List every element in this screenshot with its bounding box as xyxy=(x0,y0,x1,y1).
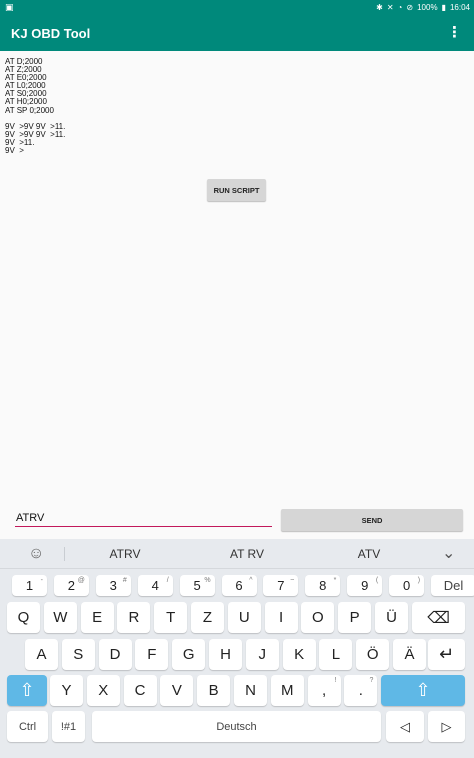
delete-key[interactable]: Del xyxy=(431,575,474,596)
suggestion-bar: ☺ ATRV AT RV ATV ⌄ xyxy=(0,539,474,569)
key-p[interactable]: P xyxy=(338,602,372,633)
wifi-icon: ◔ xyxy=(397,3,403,12)
blocked-icon: ⊘ xyxy=(406,3,414,12)
soft-keyboard: ☺ ATRV AT RV ATV ⌄ 1-2 @3 #4/5% 6 ^ 7 ~8 * 9(0) D… xyxy=(0,539,474,758)
log-line: 9V >11. xyxy=(5,137,35,147)
key-period[interactable]: .? xyxy=(344,675,378,706)
shift-icon: ⇧ xyxy=(19,680,35,700)
log-line: AT E0;2000 xyxy=(5,73,47,83)
cursor-right-key[interactable]: ▷ xyxy=(428,711,465,742)
shift-right-key[interactable]: ⇧ xyxy=(381,675,465,706)
key-ä[interactable]: Ä xyxy=(393,639,426,670)
divider xyxy=(64,547,65,561)
key-9[interactable]: 9( xyxy=(347,575,383,596)
emoji-icon[interactable]: ☺ xyxy=(28,545,44,563)
chevron-down-icon[interactable]: ⌄ xyxy=(442,543,455,563)
enter-icon: ↵ xyxy=(438,644,455,664)
backspace-key[interactable]: ⌫ xyxy=(412,602,465,633)
space-key[interactable]: Deutsch xyxy=(92,711,381,742)
ctrl-key[interactable]: Ctrl xyxy=(7,711,48,742)
key-g[interactable]: G xyxy=(172,639,206,670)
log-line: AT S0;2000 xyxy=(5,89,47,99)
key-t[interactable]: T xyxy=(154,602,188,633)
bluetooth-icon: ✱ xyxy=(376,3,383,12)
key-8[interactable]: 8 * xyxy=(305,575,341,596)
log-line: 9V > xyxy=(5,146,24,156)
backspace-icon: ⌫ xyxy=(427,609,450,627)
log-line: AT L0;2000 xyxy=(5,81,46,91)
key-4[interactable]: 4/ xyxy=(137,575,173,596)
send-button[interactable]: SEND xyxy=(281,509,463,531)
image-icon: ▣ xyxy=(5,2,14,12)
key-f[interactable]: F xyxy=(135,639,169,670)
key-m[interactable]: M xyxy=(270,675,304,706)
shift-left-key[interactable]: ⇧ xyxy=(7,675,47,706)
key-ü[interactable]: Ü xyxy=(375,602,408,633)
clock: 16:04 xyxy=(449,3,470,12)
key-comma[interactable]: ,! xyxy=(307,675,341,706)
enter-key[interactable]: ↵ xyxy=(428,639,465,670)
key-o[interactable]: O xyxy=(301,602,335,633)
cursor-left-key[interactable]: ◁ xyxy=(386,711,424,742)
key-a[interactable]: A xyxy=(25,639,58,670)
key-2[interactable]: 2 @ xyxy=(53,575,89,596)
key-i[interactable]: I xyxy=(264,602,298,633)
log-line: AT D;2000 xyxy=(5,57,43,66)
status-bar: ▣ ✱ ✕ ◔ ⊘ 100% ▮ 16:04 xyxy=(0,0,474,15)
battery-percent: 100% xyxy=(417,3,438,12)
log-line: AT Z;2000 xyxy=(5,65,42,75)
app-bar: KJ OBD Tool ⋮ xyxy=(0,15,474,51)
log-line: AT H0;2000 xyxy=(5,97,47,107)
arrow-left-icon: ◁ xyxy=(400,718,410,734)
more-vert-icon[interactable]: ⋮ xyxy=(447,24,462,42)
key-h[interactable]: H xyxy=(209,639,242,670)
arrow-right-icon: ▷ xyxy=(441,718,452,734)
key-k[interactable]: K xyxy=(282,639,316,670)
key-1[interactable]: 1- xyxy=(12,575,47,596)
key-j[interactable]: J xyxy=(245,639,279,670)
key-u[interactable]: U xyxy=(227,602,261,633)
suggestion-2[interactable]: AT RV xyxy=(222,547,272,561)
key-5[interactable]: 5% xyxy=(179,575,215,596)
key-d[interactable]: D xyxy=(98,639,132,670)
key-s[interactable]: S xyxy=(61,639,95,670)
key-b[interactable]: B xyxy=(197,675,231,706)
key-w[interactable]: W xyxy=(43,602,77,633)
key-n[interactable]: N xyxy=(234,675,267,706)
key-6[interactable]: 6 ^ xyxy=(221,575,257,596)
key-ö[interactable]: Ö xyxy=(356,639,390,670)
shift-icon: ⇧ xyxy=(415,680,431,700)
key-e[interactable]: E xyxy=(80,602,114,633)
suggestion-1[interactable]: ATRV xyxy=(100,547,150,561)
key-x[interactable]: X xyxy=(86,675,120,706)
key-0[interactable]: 0) xyxy=(389,575,425,596)
suggestion-3[interactable]: ATV xyxy=(344,547,394,561)
key-3[interactable]: 3 # xyxy=(95,575,131,596)
app-title: KJ OBD Tool xyxy=(11,26,91,41)
key-c[interactable]: C xyxy=(123,675,157,706)
log-line: 9V >9V 9V >11. xyxy=(5,121,66,131)
symbols-key[interactable]: !#1 xyxy=(52,711,85,742)
log-line: 9V >9V 9V >11. xyxy=(5,129,66,139)
command-input-wrapper xyxy=(15,509,272,527)
battery-icon: ▮ xyxy=(441,3,446,12)
key-y[interactable]: Y xyxy=(50,675,83,706)
run-script-button[interactable]: RUN SCRIPT xyxy=(207,179,266,201)
key-r[interactable]: R xyxy=(117,602,151,633)
key-l[interactable]: L xyxy=(319,639,353,670)
key-z[interactable]: Z xyxy=(191,602,224,633)
key-v[interactable]: V xyxy=(160,675,194,706)
key-7[interactable]: 7 ~ xyxy=(263,575,299,596)
response-log: AT D;2000 AT Z;2000 AT E0;2000 AT L0;2000 AT… xyxy=(5,57,465,156)
status-icons: ✱ ✕ ◔ ⊘ 100% ▮ 16:04 xyxy=(376,2,470,13)
key-q[interactable]: Q xyxy=(7,602,40,633)
mute-icon: ✕ xyxy=(386,3,394,12)
command-input[interactable] xyxy=(16,510,266,526)
log-line: AT SP 0;2000 xyxy=(5,105,54,115)
